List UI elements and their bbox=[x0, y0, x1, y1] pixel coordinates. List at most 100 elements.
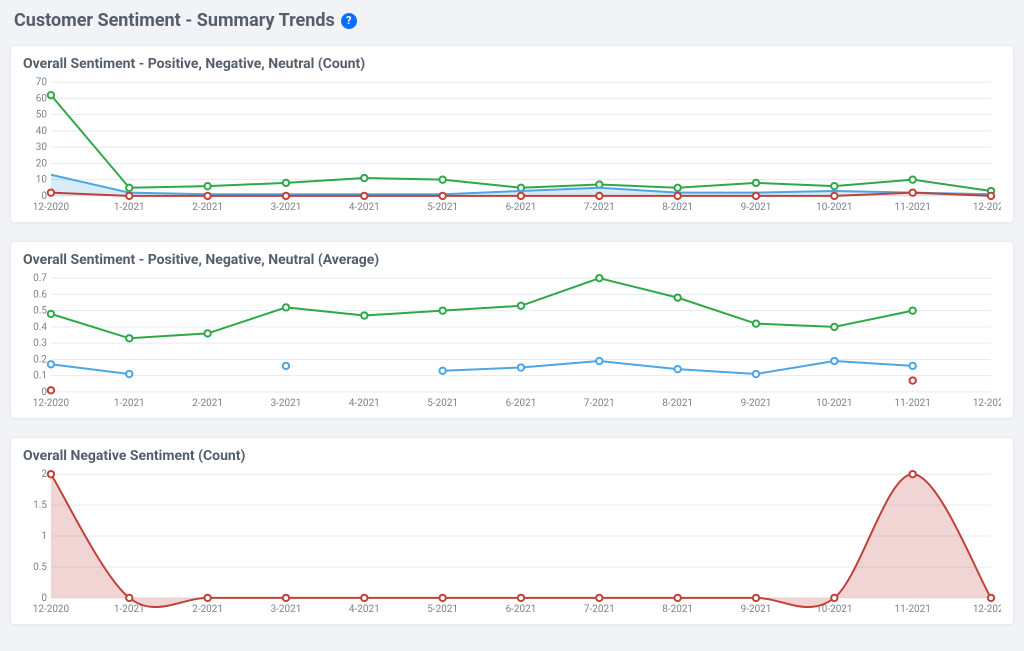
x-tick-label: 11-2021 bbox=[894, 398, 930, 409]
x-tick-label: 11-2021 bbox=[894, 604, 930, 615]
x-tick-label: 12-2020 bbox=[33, 202, 70, 213]
chart-series bbox=[48, 275, 916, 342]
chart-marker bbox=[988, 193, 994, 199]
y-tick-label: 0.7 bbox=[33, 273, 47, 284]
chart-card-negative-count: Overall Negative Sentiment (Count) 0 0.5 1… bbox=[10, 437, 1014, 625]
chart-marker bbox=[909, 176, 915, 182]
x-tick-label: 5-2021 bbox=[427, 604, 458, 615]
chart-plot-area[interactable]: 01020304050607012-20201-20212-20213-2021… bbox=[23, 76, 1001, 216]
chart-marker bbox=[204, 183, 210, 189]
chart-marker bbox=[753, 320, 759, 326]
y-tick-label: 0 bbox=[41, 593, 47, 604]
chart-marker bbox=[439, 368, 445, 374]
x-tick-label: 7-2021 bbox=[584, 604, 615, 615]
chart-marker bbox=[48, 361, 54, 367]
chart-marker bbox=[283, 363, 289, 369]
chart-marker bbox=[596, 193, 602, 199]
y-tick-label: 70 bbox=[36, 77, 48, 88]
chart-marker bbox=[361, 193, 367, 199]
y-tick-label: 0.5 bbox=[33, 562, 47, 573]
x-tick-label: 3-2021 bbox=[271, 604, 302, 615]
page-header: Customer Sentiment - Summary Trends ? bbox=[14, 10, 1014, 31]
y-tick-label: 0 bbox=[41, 191, 47, 202]
y-tick-label: 0.1 bbox=[33, 371, 47, 382]
page-title: Customer Sentiment - Summary Trends bbox=[14, 10, 335, 31]
chart-marker bbox=[48, 471, 54, 477]
chart-marker bbox=[126, 335, 132, 341]
x-tick-label: 3-2021 bbox=[271, 202, 302, 213]
y-tick-label: 0 bbox=[41, 387, 47, 398]
x-tick-label: 1-2021 bbox=[114, 604, 145, 615]
x-tick-label: 6-2021 bbox=[506, 604, 537, 615]
chart-marker bbox=[439, 595, 445, 601]
chart-marker bbox=[674, 294, 680, 300]
x-tick-label: 4-2021 bbox=[349, 604, 380, 615]
chart-marker bbox=[674, 366, 680, 372]
chart-marker bbox=[753, 371, 759, 377]
chart-marker bbox=[988, 595, 994, 601]
chart-marker bbox=[831, 595, 837, 601]
chart-marker bbox=[204, 330, 210, 336]
chart-marker bbox=[596, 275, 602, 281]
help-icon[interactable]: ? bbox=[341, 13, 357, 29]
chart-marker bbox=[126, 185, 132, 191]
x-tick-label: 2-2021 bbox=[192, 398, 223, 409]
chart-svg: 00.511.5212-20201-20212-20213-20214-2021… bbox=[23, 468, 1001, 618]
chart-marker bbox=[283, 304, 289, 310]
chart-marker bbox=[283, 595, 289, 601]
x-tick-label: 6-2021 bbox=[506, 398, 537, 409]
y-tick-label: 20 bbox=[36, 158, 48, 169]
chart-marker bbox=[909, 471, 915, 477]
chart-svg: 00.10.20.30.40.50.60.712-20201-20212-202… bbox=[23, 272, 1001, 412]
chart-plot-area[interactable]: 00.10.20.30.40.50.60.712-20201-20212-202… bbox=[23, 272, 1001, 412]
x-tick-label: 11-2021 bbox=[894, 202, 930, 213]
chart-marker bbox=[439, 193, 445, 199]
y-tick-label: 30 bbox=[36, 142, 48, 153]
chart-marker bbox=[909, 189, 915, 195]
y-tick-label: 40 bbox=[36, 126, 48, 137]
x-tick-label: 12-2021 bbox=[973, 202, 1001, 213]
chart-marker bbox=[596, 595, 602, 601]
chart-series bbox=[48, 358, 916, 377]
y-tick-label: 10 bbox=[36, 175, 48, 186]
x-tick-label: 7-2021 bbox=[584, 398, 615, 409]
chart-series bbox=[48, 92, 994, 194]
chart-marker bbox=[909, 377, 915, 383]
x-tick-label: 9-2021 bbox=[741, 202, 772, 213]
x-tick-label: 6-2021 bbox=[506, 202, 537, 213]
chart-marker bbox=[204, 595, 210, 601]
x-tick-label: 4-2021 bbox=[349, 398, 380, 409]
chart-marker bbox=[283, 180, 289, 186]
chart-svg: 01020304050607012-20201-20212-20213-2021… bbox=[23, 76, 1001, 216]
chart-marker bbox=[48, 189, 54, 195]
x-tick-label: 3-2021 bbox=[271, 398, 302, 409]
chart-marker bbox=[361, 595, 367, 601]
y-tick-label: 0.6 bbox=[33, 289, 47, 300]
chart-marker bbox=[48, 311, 54, 317]
chart-marker bbox=[831, 358, 837, 364]
chart-title: Overall Negative Sentiment (Count) bbox=[23, 448, 1001, 464]
chart-marker bbox=[831, 324, 837, 330]
x-tick-label: 12-2021 bbox=[973, 398, 1001, 409]
y-tick-label: 50 bbox=[36, 110, 48, 121]
x-tick-label: 12-2020 bbox=[33, 604, 70, 615]
x-tick-label: 2-2021 bbox=[192, 604, 223, 615]
chart-marker bbox=[753, 193, 759, 199]
x-tick-label: 1-2021 bbox=[114, 202, 145, 213]
chart-marker bbox=[361, 175, 367, 181]
x-tick-label: 10-2021 bbox=[816, 202, 852, 213]
chart-title: Overall Sentiment - Positive, Negative, … bbox=[23, 252, 1001, 268]
chart-card-overall-count: Overall Sentiment - Positive, Negative, … bbox=[10, 45, 1014, 223]
x-tick-label: 10-2021 bbox=[816, 398, 852, 409]
y-tick-label: 1 bbox=[41, 531, 47, 542]
chart-plot-area[interactable]: 00.511.5212-20201-20212-20213-20214-2021… bbox=[23, 468, 1001, 618]
chart-series bbox=[48, 377, 916, 393]
chart-marker bbox=[831, 193, 837, 199]
chart-marker bbox=[831, 183, 837, 189]
chart-marker bbox=[126, 595, 132, 601]
x-tick-label: 12-2020 bbox=[33, 398, 70, 409]
x-tick-label: 7-2021 bbox=[584, 202, 615, 213]
chart-marker bbox=[204, 193, 210, 199]
chart-title: Overall Sentiment - Positive, Negative, … bbox=[23, 56, 1001, 72]
x-tick-label: 5-2021 bbox=[427, 398, 458, 409]
